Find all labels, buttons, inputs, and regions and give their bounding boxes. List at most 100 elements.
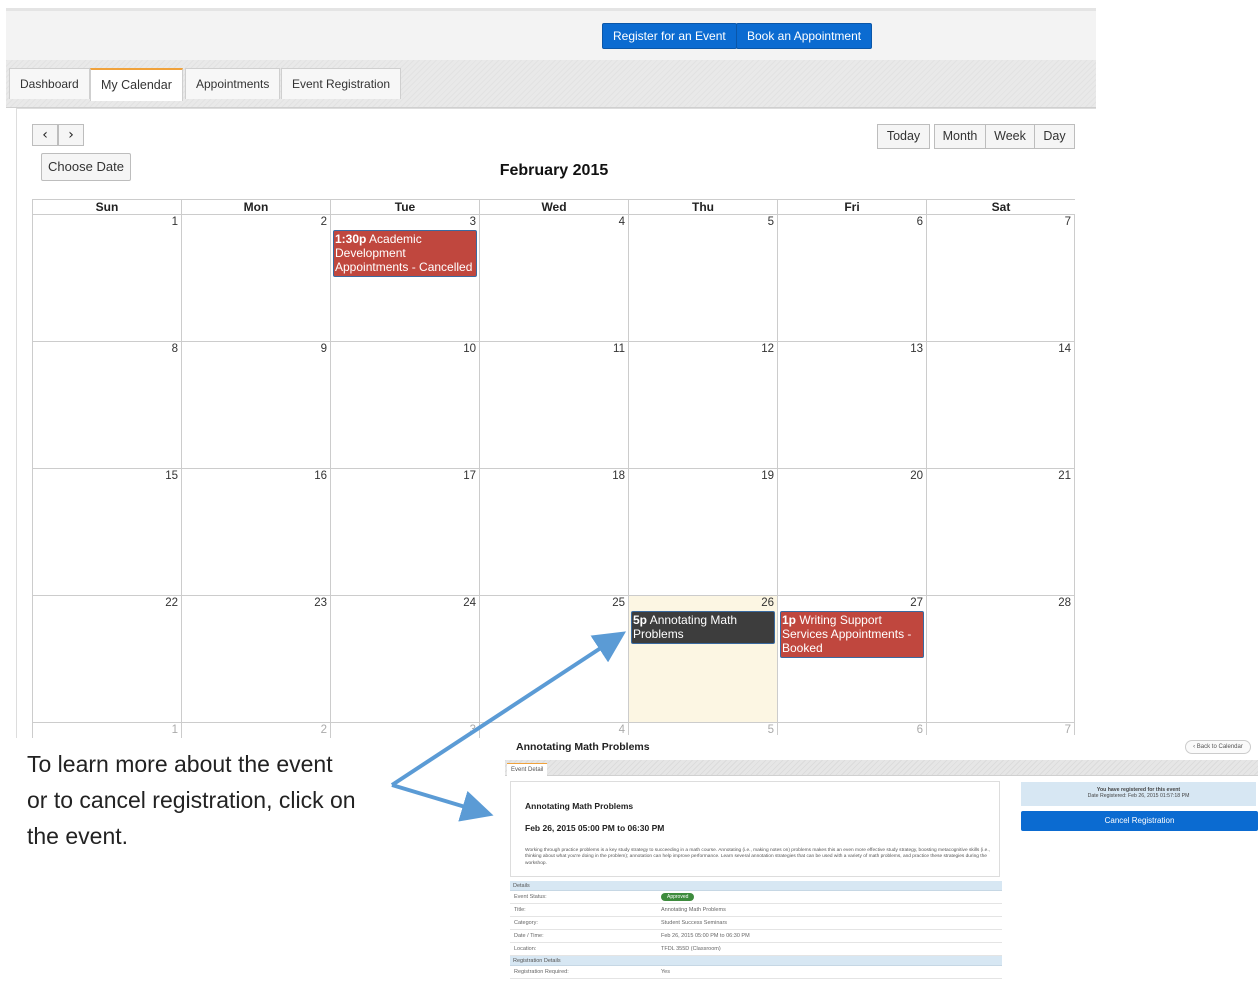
calendar-day-cell[interactable]: 20 — [777, 469, 926, 596]
event-title: Writing Support Services Appointments - … — [782, 613, 912, 655]
status-badge: Approved — [661, 892, 695, 901]
day-number: 8 — [171, 343, 178, 355]
day-of-week-label: Thu — [628, 200, 777, 215]
calendar-day-cell[interactable]: 24 — [330, 596, 479, 723]
detail-label: Date / Time: — [514, 933, 544, 939]
day-number: 2 — [320, 724, 327, 736]
calendar-day-cell[interactable]: 23 — [181, 596, 330, 723]
calendar-day-cell[interactable]: 26 5p Annotating Math Problems — [628, 596, 777, 723]
calendar-day-cell[interactable]: 18 — [479, 469, 628, 596]
book-appointment-button[interactable]: Book an Appointment — [736, 23, 873, 49]
event-time: 1p — [782, 613, 797, 627]
calendar-day-cell[interactable]: 1 — [32, 215, 181, 342]
next-month-button[interactable]: › — [58, 124, 84, 146]
calendar-event[interactable]: 1:30p Academic Development Appointments … — [333, 230, 477, 277]
calendar-day-cell[interactable]: 19 — [628, 469, 777, 596]
day-number: 3 — [469, 724, 476, 736]
detail-label: Category: — [514, 920, 538, 926]
calendar-day-cell[interactable]: 16 — [181, 469, 330, 596]
day-number: 28 — [1058, 597, 1071, 609]
calendar-day-cell[interactable]: 7 — [926, 215, 1075, 342]
detail-row: Title: Annotating Math Problems — [510, 904, 1002, 917]
calendar-day-cell[interactable]: 25 — [479, 596, 628, 723]
prev-month-button[interactable]: ‹ — [32, 124, 58, 146]
tab-dashboard[interactable]: Dashboard — [9, 68, 90, 99]
calendar-day-cell[interactable]: 5 — [628, 215, 777, 342]
back-to-calendar-button[interactable]: ‹ Back to Calendar — [1185, 740, 1251, 754]
calendar-day-cell[interactable]: 9 — [181, 342, 330, 469]
register-event-button[interactable]: Register for an Event — [602, 23, 737, 49]
registered-line-2: Date Registered: Feb 26, 2015 01:57:18 P… — [1087, 793, 1190, 799]
day-number: 16 — [314, 470, 327, 482]
detail-row: Location: TFDL 355D (Classroom) — [510, 943, 1002, 956]
calendar-day-cell[interactable]: 10 — [330, 342, 479, 469]
calendar-day-cell[interactable]: 21 — [926, 469, 1075, 596]
calendar-day-cell[interactable]: 2 — [181, 723, 330, 738]
calendar-day-cell[interactable]: 15 — [32, 469, 181, 596]
detail-tab-bar: Event Detail — [505, 760, 1258, 776]
day-number: 20 — [910, 470, 923, 482]
day-of-week-label: Sat — [926, 200, 1075, 215]
calendar-day-cell[interactable]: 3 1:30p Academic Development Appointments… — [330, 215, 479, 342]
week-view-button[interactable]: Week — [985, 124, 1035, 149]
event-heading: Annotating Math Problems — [525, 801, 634, 811]
event-title: Annotating Math Problems — [633, 613, 738, 641]
tab-event-registration[interactable]: Event Registration — [281, 68, 402, 99]
detail-row: Registration Required: Yes — [510, 966, 1002, 979]
detail-value: Annotating Math Problems — [661, 907, 726, 913]
day-number: 26 — [761, 597, 774, 609]
event-detail-screenshot: Annotating Math Problems ‹ Back to Calen… — [505, 735, 1258, 1003]
calendar-day-cell[interactable]: 8 — [32, 342, 181, 469]
day-number: 9 — [320, 343, 327, 355]
calendar-day-cell[interactable]: 6 — [777, 215, 926, 342]
detail-value: Yes — [661, 969, 670, 975]
day-number: 27 — [910, 597, 923, 609]
choose-date-button[interactable]: Choose Date — [41, 153, 131, 181]
event-datetime: Feb 26, 2015 05:00 PM to 06:30 PM — [525, 823, 665, 833]
day-number: 19 — [761, 470, 774, 482]
calendar-day-cell[interactable]: 12 — [628, 342, 777, 469]
calendar-day-cell[interactable]: 28 — [926, 596, 1075, 723]
day-view-button[interactable]: Day — [1034, 124, 1075, 149]
tab-appointments[interactable]: Appointments — [185, 68, 281, 99]
detail-value: Feb 26, 2015 05:00 PM to 06:30 PM — [661, 933, 750, 939]
detail-label: Title: — [514, 907, 526, 913]
arrow-to-detail — [391, 783, 494, 822]
cancel-registration-button[interactable]: Cancel Registration — [1021, 811, 1258, 831]
month-view-button[interactable]: Month — [934, 124, 986, 149]
detail-row: Date / Time: Feb 26, 2015 05:00 PM to 06… — [510, 930, 1002, 943]
calendar-day-cell[interactable]: 3 — [330, 723, 479, 738]
calendar-day-cell[interactable]: 11 — [479, 342, 628, 469]
calendar-day-cell[interactable]: 13 — [777, 342, 926, 469]
calendar-event[interactable]: 1p Writing Support Services Appointments… — [780, 611, 924, 658]
day-number: 4 — [618, 216, 625, 228]
detail-value: TFDL 355D (Classroom) — [661, 946, 721, 952]
day-number: 10 — [463, 343, 476, 355]
calendar-day-cell[interactable]: 1 — [32, 723, 181, 738]
day-number: 7 — [1064, 216, 1071, 228]
tab-event-detail[interactable]: Event Detail — [507, 763, 548, 776]
day-number: 21 — [1058, 470, 1071, 482]
calendar-day-cell[interactable]: 17 — [330, 469, 479, 596]
tab-my-calendar[interactable]: My Calendar — [90, 68, 183, 101]
calendar-day-cell[interactable]: 27 1p Writing Support Services Appointmen… — [777, 596, 926, 723]
day-number: 17 — [463, 470, 476, 482]
calendar-event[interactable]: 5p Annotating Math Problems — [631, 611, 775, 644]
calendar-day-cell[interactable]: 4 — [479, 215, 628, 342]
calendar-day-cell[interactable]: 22 — [32, 596, 181, 723]
calendar-day-cell[interactable]: 2 — [181, 215, 330, 342]
detail-row: Category: Student Success Seminars — [510, 917, 1002, 930]
day-number: 1 — [171, 216, 178, 228]
day-number: 24 — [463, 597, 476, 609]
detail-page-title: Annotating Math Problems — [516, 741, 650, 753]
day-of-week-label: Sun — [32, 200, 181, 215]
calendar-day-cell[interactable]: 14 — [926, 342, 1075, 469]
event-time: 1:30p — [335, 232, 367, 246]
chevron-left-icon: ‹ — [42, 127, 48, 143]
day-number: 15 — [165, 470, 178, 482]
today-button[interactable]: Today — [877, 124, 930, 149]
day-number: 2 — [320, 216, 327, 228]
month-title: February 2015 — [499, 162, 609, 179]
day-of-week-label: Tue — [330, 200, 479, 215]
day-number: 23 — [314, 597, 327, 609]
